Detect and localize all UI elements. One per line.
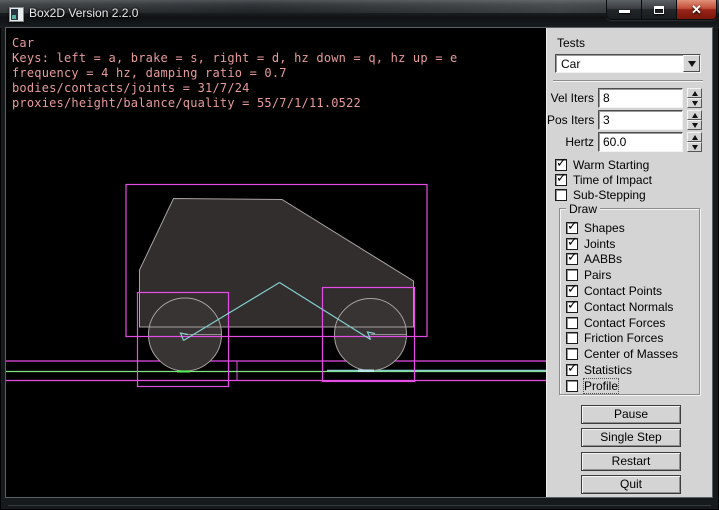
control-panel: Tests Car Vel Iters Pos Iters Hertz ✓ Warm … [546,28,712,497]
checkmark-icon: ✓ [567,235,578,250]
test-select-dropdown[interactable]: Car [555,54,701,73]
stats-line: bodies/contacts/joints = 31/7/24 [12,81,457,96]
rear-contact-point [177,371,190,373]
dropdown-arrow-button[interactable] [683,55,700,72]
checkbox-contact-points[interactable]: ✓ [566,285,578,297]
statistics-label: Statistics [584,363,632,377]
separator [553,80,703,82]
checkbox-statistics[interactable]: ✓ [566,364,578,376]
checkmark-icon: ✓ [567,250,578,265]
center-of-masses-label: Center of Masses [584,347,678,361]
vel-iters-spinner-down[interactable] [687,98,702,108]
app-window: Box2D Version 2.2.0 ✕ [0,0,719,510]
checkbox-sub-stepping[interactable] [555,189,567,201]
tests-label: Tests [557,36,585,50]
pos-iters-spinner-down[interactable] [687,120,702,130]
checkbox-joints[interactable]: ✓ [566,238,578,250]
app-icon [9,7,24,22]
checkbox-contact-forces[interactable] [566,317,578,329]
checkbox-aabbs[interactable]: ✓ [566,253,578,265]
checkmark-icon: ✓ [556,171,567,186]
vel-iters-spinner-up[interactable] [687,88,702,98]
triangle-up-icon [692,135,698,140]
window-content: CarKeys: left = a, brake = s, right = d,… [6,28,712,497]
contact-normals-label: Contact Normals [584,300,673,314]
test-select-value: Car [561,57,580,71]
vel-iters-label: Vel Iters [547,91,594,105]
restart-button[interactable]: Restart [581,452,681,471]
checkbox-profile[interactable] [566,380,578,392]
checkbox-contact-normals[interactable]: ✓ [566,301,578,313]
stats-line: Car [12,36,457,51]
stats-line: frequency = 4 hz, damping ratio = 0.7 [12,66,457,81]
contact-points-label: Contact Points [584,284,662,298]
title-bar[interactable]: Box2D Version 2.2.0 ✕ [0,0,719,28]
window-title: Box2D Version 2.2.0 [29,0,138,27]
minimize-button[interactable] [607,0,642,19]
maximize-icon [654,6,664,14]
warm-starting-label: Warm Starting [573,158,649,172]
shapes-label: Shapes [584,221,625,235]
checkmark-icon: ✓ [567,219,578,234]
pos-iters-spinner-up[interactable] [687,110,702,120]
hertz-input[interactable] [598,132,683,152]
pos-iters-input[interactable] [598,110,683,130]
triangle-down-icon [692,123,698,128]
checkmark-icon: ✓ [556,156,567,171]
vel-iters-input[interactable] [598,88,683,108]
triangle-up-icon [692,113,698,118]
sub-stepping-label: Sub-Stepping [573,188,646,202]
maximize-button[interactable] [642,0,677,19]
pause-button[interactable]: Pause [581,405,681,424]
pos-iters-spinner [687,110,702,130]
triangle-up-icon [692,91,698,96]
pos-iters-label: Pos Iters [547,113,594,127]
aabbs-label: AABBs [584,252,622,266]
contact-forces-label: Contact Forces [584,316,665,330]
draw-group-label: Draw [566,202,600,216]
hertz-label: Hertz [547,135,594,149]
chevron-down-icon [688,61,696,67]
checkmark-icon: ✓ [567,298,578,313]
quit-button[interactable]: Quit [581,475,681,494]
friction-forces-label: Friction Forces [584,331,663,345]
checkbox-time-of-impact[interactable]: ✓ [555,174,567,186]
close-icon: ✕ [691,1,702,18]
time-of-impact-label: Time of Impact [573,173,652,187]
joints-label: Joints [584,237,615,251]
stats-overlay: CarKeys: left = a, brake = s, right = d,… [12,36,457,111]
checkbox-center-of-masses[interactable] [566,348,578,360]
profile-label: Profile [584,379,618,393]
close-button[interactable]: ✕ [677,0,716,19]
checkbox-friction-forces[interactable] [566,332,578,344]
hertz-spinner-up[interactable] [687,132,702,142]
checkmark-icon: ✓ [567,282,578,297]
stats-line: proxies/height/balance/quality = 55/7/1/… [12,96,457,111]
vel-iters-spinner [687,88,702,108]
simulation-canvas[interactable]: CarKeys: left = a, brake = s, right = d,… [6,28,546,497]
single-step-button[interactable]: Single Step [581,428,681,447]
pairs-label: Pairs [584,268,611,282]
app-icon-dot [12,15,16,19]
front-contact-point [358,370,374,373]
hertz-spinner [687,132,702,152]
checkmark-icon: ✓ [567,361,578,376]
hertz-spinner-down[interactable] [687,142,702,152]
minimize-icon [619,10,630,13]
checkbox-pairs[interactable] [566,269,578,281]
stats-line: Keys: left = a, brake = s, right = d, hz… [12,51,457,66]
triangle-down-icon [692,101,698,106]
triangle-down-icon [692,145,698,150]
checkbox-warm-starting[interactable]: ✓ [555,159,567,171]
checkbox-shapes[interactable]: ✓ [566,222,578,234]
window-controls: ✕ [606,0,717,20]
